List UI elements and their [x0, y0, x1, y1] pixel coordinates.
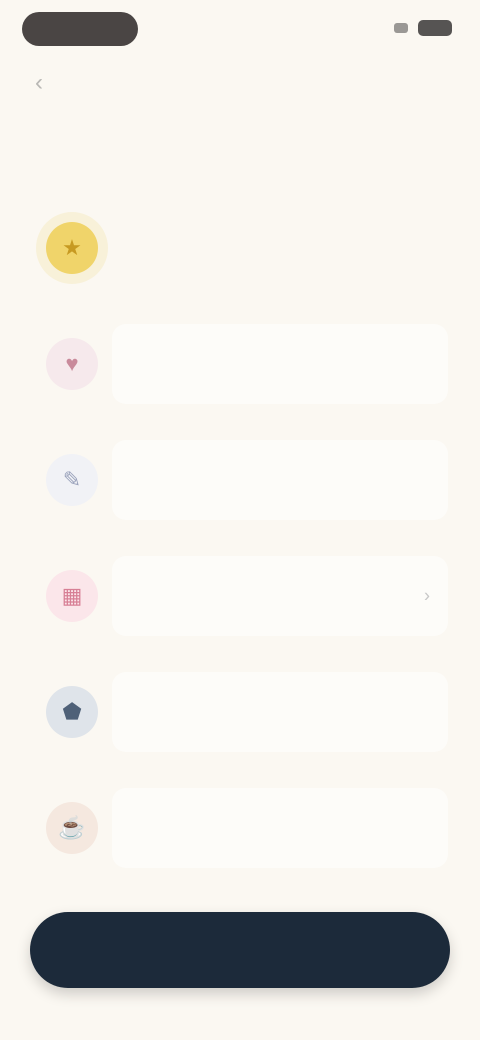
card-background — [112, 556, 448, 636]
list-item-4[interactable]: ⬟ — [38, 654, 448, 770]
status-icons — [394, 20, 452, 36]
list-item-1[interactable]: ♥ — [38, 306, 448, 422]
calendar-icon: ▦ — [46, 570, 98, 622]
card-background — [112, 440, 448, 520]
cup-icon: ☕ — [46, 802, 98, 854]
list-item-3[interactable]: ▦ › — [38, 538, 448, 654]
feather-icon: ✎ — [46, 454, 98, 506]
battery-icon — [418, 20, 452, 36]
card-background — [112, 788, 448, 868]
shield-icon: ⬟ — [46, 686, 98, 738]
list-item-5[interactable]: ☕ — [38, 770, 448, 886]
status-bar — [0, 0, 480, 60]
chevron-left-icon[interactable]: ‹ — [26, 70, 52, 96]
star-icon: ★ — [46, 222, 98, 274]
card-background — [112, 672, 448, 752]
heart-icon: ♥ — [46, 338, 98, 390]
signal-icon — [394, 23, 408, 33]
top-nav: ‹ — [0, 62, 480, 106]
continue-button[interactable] — [30, 912, 450, 988]
list-item-2[interactable]: ✎ — [38, 422, 448, 538]
list-item-0[interactable]: ★ — [38, 190, 448, 306]
card-background — [112, 324, 448, 404]
chevron-right-icon: › — [424, 585, 430, 606]
status-time-pill — [22, 12, 138, 46]
option-list: ★ ♥ ✎ ▦ › ⬟ ☕ — [38, 190, 448, 886]
